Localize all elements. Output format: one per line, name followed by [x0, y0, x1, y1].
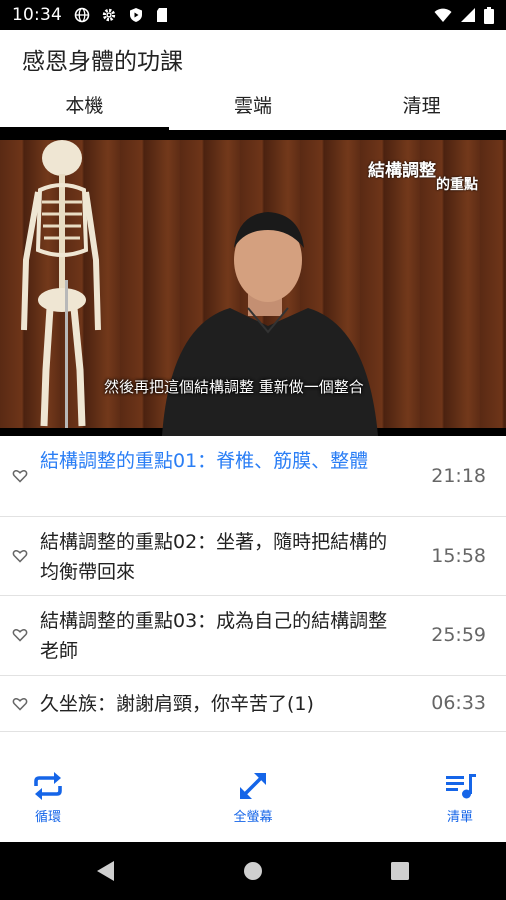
- playlist-item-title: 久坐族：謝謝肩頸，你辛苦了(1): [40, 693, 314, 715]
- video-caption-title: 結構調整: [368, 161, 436, 181]
- wifi-icon: [434, 7, 452, 23]
- playlist-item[interactable]: 久坐族：謝謝肩頸，你辛苦了(1) 06:33: [0, 676, 506, 732]
- repeat-icon: [34, 772, 62, 800]
- battery-icon: [484, 6, 494, 24]
- heart-icon[interactable]: [12, 548, 28, 564]
- playlist-item[interactable]: 結構調整的重點02：坐著，隨時把結構的均衡帶回來 15:58: [0, 517, 506, 596]
- back-icon[interactable]: [96, 860, 116, 882]
- video-player[interactable]: 結構調整 的重點 然後再把這個結構調整 重新做一個整合: [0, 130, 506, 436]
- playlist-item-duration: 25:59: [431, 624, 486, 646]
- playlist-item[interactable]: 結構調整的重點03：成為自己的結構調整老師 25:59: [0, 596, 506, 676]
- playlist-button[interactable]: 清單: [436, 768, 484, 825]
- heart-icon[interactable]: [12, 627, 28, 643]
- tab-bar: 本機 雲端 清理: [0, 86, 506, 130]
- playlist-label: 清單: [446, 810, 473, 825]
- tab-cleanup[interactable]: 清理: [337, 86, 506, 130]
- video-subtitle: 然後再把這個結構調整 重新做一個整合: [104, 378, 364, 396]
- recents-icon[interactable]: [391, 862, 409, 880]
- status-bar: 10:34: [0, 0, 506, 30]
- globe-icon: [74, 7, 90, 23]
- presenter-figure: [162, 212, 378, 436]
- playlist-item-duration: 06:33: [431, 692, 486, 714]
- playlist-item-title: 結構調整的重點03：成為自己的結構調整老師: [40, 610, 388, 662]
- gear-icon: [101, 7, 117, 23]
- playlist-item[interactable]: 結構調整的重點01：脊椎、筋膜、整體 21:18: [0, 436, 506, 517]
- status-time: 10:34: [12, 5, 62, 25]
- app-header: 感恩身體的功課: [0, 30, 506, 86]
- playlist-item-duration: 15:58: [431, 545, 486, 567]
- heart-icon[interactable]: [12, 468, 28, 484]
- fullscreen-label: 全螢幕: [233, 810, 273, 825]
- queue-music-icon: [446, 774, 476, 799]
- tab-local[interactable]: 本機: [0, 86, 169, 130]
- navigation-bar: [0, 842, 506, 900]
- loop-button[interactable]: 循環: [22, 768, 74, 825]
- fullscreen-icon: [240, 773, 266, 799]
- playlist-item-duration: 21:18: [431, 465, 486, 487]
- fullscreen-button[interactable]: 全螢幕: [223, 768, 283, 825]
- playlist-item-title: 結構調整的重點01：脊椎、筋膜、整體: [40, 450, 369, 472]
- heart-icon[interactable]: [12, 696, 28, 712]
- loop-label: 循環: [34, 810, 61, 825]
- bottom-control-bar: 循環 全螢幕 清單: [0, 760, 506, 842]
- tab-cloud[interactable]: 雲端: [169, 86, 338, 130]
- playlist-item-title: 結構調整的重點02：坐著，隨時把結構的均衡帶回來: [40, 531, 388, 583]
- home-icon[interactable]: [243, 861, 263, 881]
- playlist: 結構調整的重點01：脊椎、筋膜、整體 21:18 結構調整的重點02：坐著，隨時…: [0, 436, 506, 732]
- video-caption-subtitle: 的重點: [436, 177, 478, 193]
- app-title: 感恩身體的功課: [22, 49, 183, 75]
- shield-play-icon: [128, 7, 144, 23]
- sd-card-icon: [155, 7, 169, 23]
- signal-icon: [460, 7, 476, 23]
